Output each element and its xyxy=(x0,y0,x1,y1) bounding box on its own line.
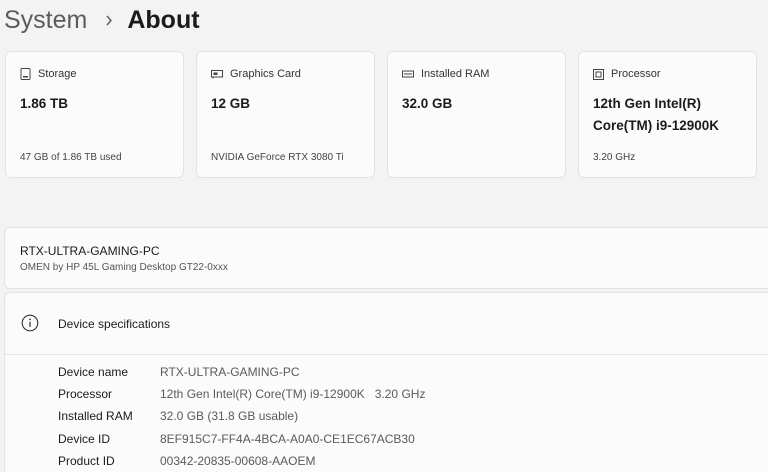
spec-value: 8EF915C7-FF4A-4BCA-A0A0-CE1EC67ACB30 xyxy=(160,432,415,446)
divider xyxy=(5,354,768,355)
storage-card[interactable]: Storage 1.86 TB 47 GB of 1.86 TB used xyxy=(5,51,184,178)
page-title: About xyxy=(127,5,200,34)
storage-icon xyxy=(20,68,31,80)
card-value: 32.0 GB xyxy=(402,96,453,111)
spec-label: Product ID xyxy=(58,454,115,468)
processor-icon xyxy=(593,68,604,80)
device-specifications-header[interactable]: Device specifications xyxy=(5,293,768,354)
ram-icon xyxy=(402,70,414,77)
chevron-right-icon xyxy=(105,15,113,26)
spec-value: 32.0 GB (31.8 GB usable) xyxy=(160,409,299,423)
graphics-card-icon xyxy=(211,70,223,79)
installed-ram-card[interactable]: Installed RAM 32.0 GB xyxy=(387,51,566,178)
device-name: RTX-ULTRA-GAMING-PC xyxy=(20,244,160,258)
card-subtext: NVIDIA GeForce RTX 3080 Ti xyxy=(211,152,344,163)
device-model: OMEN by HP 45L Gaming Desktop GT22-0xxx xyxy=(20,262,228,273)
about-page: System About Storage 1.86 TB 47 GB of 1.… xyxy=(0,0,768,472)
device-name-panel[interactable]: RTX-ULTRA-GAMING-PC OMEN by HP 45L Gamin… xyxy=(4,227,768,289)
graphics-card-header: Graphics Card xyxy=(211,68,301,80)
card-label: Storage xyxy=(38,68,77,80)
spec-label: Installed RAM xyxy=(58,409,133,423)
spec-value: 00342-20835-00608-AAOEM xyxy=(160,454,316,468)
storage-card-header: Storage xyxy=(20,68,77,80)
card-subtext: 47 GB of 1.86 TB used xyxy=(20,152,122,163)
card-label: Graphics Card xyxy=(230,68,301,80)
spec-label: Device name xyxy=(58,365,129,379)
spec-label: Device ID xyxy=(58,432,111,446)
card-subtext: 3.20 GHz xyxy=(593,152,636,163)
device-specifications-panel: Device specifications Device name RTX-UL… xyxy=(4,292,768,472)
card-label: Installed RAM xyxy=(421,68,490,80)
processor-header: Processor xyxy=(593,68,661,80)
device-specifications-title: Device specifications xyxy=(58,317,171,331)
graphics-card-card[interactable]: Graphics Card 12 GB NVIDIA GeForce RTX 3… xyxy=(196,51,375,178)
spec-value: 12th Gen Intel(R) Core(TM) i9-12900K 3.2… xyxy=(160,387,426,401)
card-value: 12th Gen Intel(R) Core(TM) i9-12900K xyxy=(593,96,720,133)
card-value: 1.86 TB xyxy=(20,96,69,111)
breadcrumb-system-link[interactable]: System xyxy=(4,6,87,35)
spec-label: Processor xyxy=(58,387,113,401)
installed-ram-header: Installed RAM xyxy=(402,68,489,80)
card-value: 12 GB xyxy=(211,96,251,111)
info-icon xyxy=(21,314,39,332)
breadcrumb: System About xyxy=(4,2,200,38)
processor-card[interactable]: Processor 12th Gen Intel(R) Core(TM) i9-… xyxy=(578,51,757,178)
spec-value: RTX-ULTRA-GAMING-PC xyxy=(160,365,300,379)
card-label: Processor xyxy=(611,68,661,80)
